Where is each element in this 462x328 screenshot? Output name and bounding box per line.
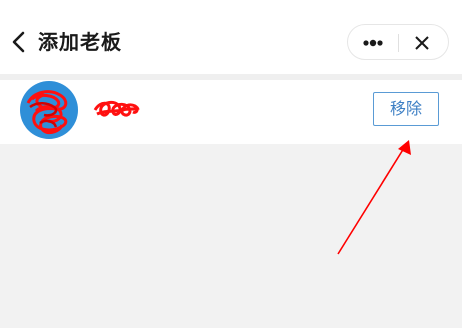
more-dots-icon[interactable] [362, 36, 384, 50]
close-icon[interactable] [414, 35, 430, 51]
page-title: 添加老板 [38, 30, 122, 54]
nav-bar: 添加老板 [0, 0, 462, 74]
chevron-left-icon[interactable] [10, 31, 30, 53]
mini-program-capsule [347, 24, 449, 60]
remove-button[interactable]: 移除 [373, 92, 439, 126]
list-item: 移除 [0, 80, 462, 144]
user-avatar [20, 81, 78, 139]
capsule-divider [398, 34, 399, 52]
redaction-scribble-avatar [26, 90, 68, 135]
redaction-scribble-name [93, 100, 140, 117]
